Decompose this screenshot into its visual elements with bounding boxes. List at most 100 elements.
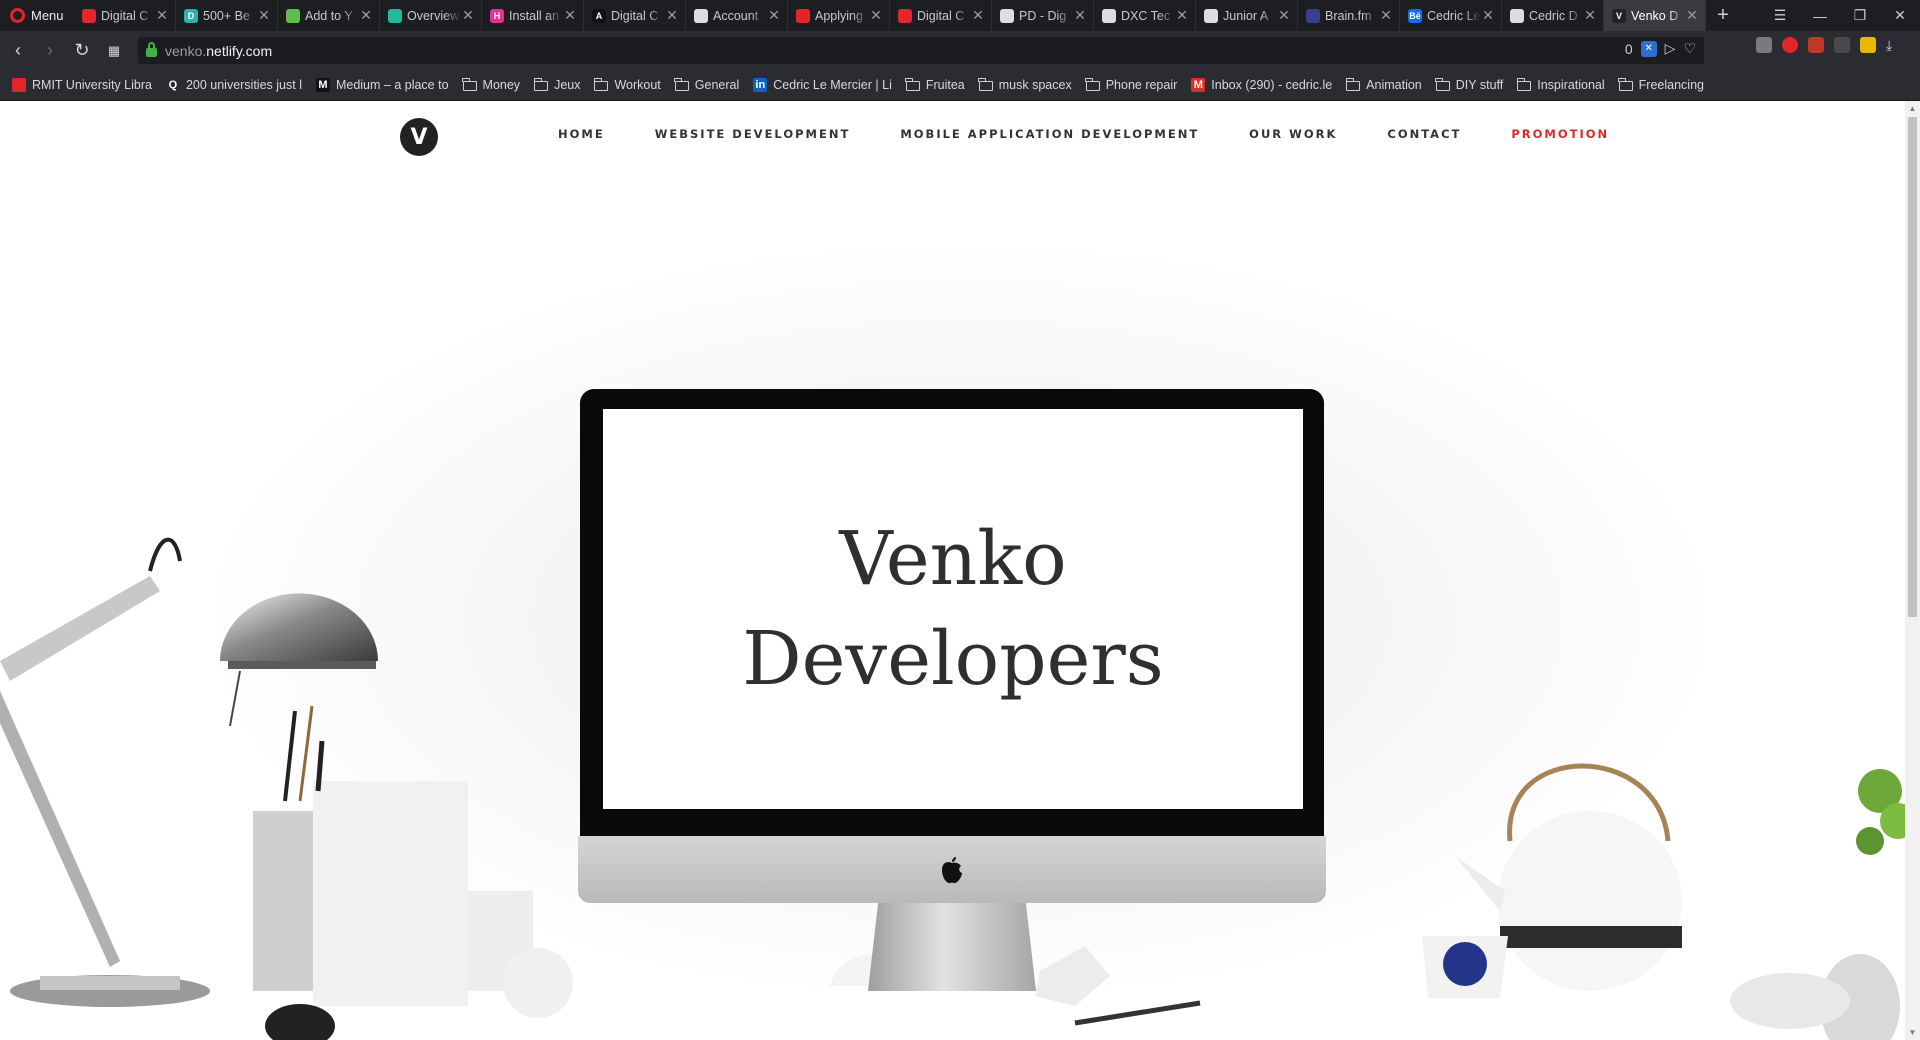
tab-favicon-icon [1000, 8, 1014, 23]
browser-tab[interactable]: Bē Cedric Le ✕ [1400, 0, 1502, 31]
apple-logo-icon [942, 856, 962, 883]
browser-tab[interactable]: Account ✕ [686, 0, 788, 31]
bookmark-item[interactable]: Q 200 universities just l [165, 78, 302, 92]
close-tab-icon[interactable]: ✕ [869, 7, 883, 24]
bookmark-folder[interactable]: Freelancing [1618, 78, 1704, 92]
page-scrollbar[interactable]: ▲ ▼ [1905, 101, 1920, 1040]
reload-icon[interactable]: ↻ [68, 37, 96, 65]
bookmark-folder[interactable]: Inspirational [1516, 78, 1605, 92]
minimize-icon[interactable]: — [1800, 0, 1840, 31]
bookmark-folder[interactable]: musk spacex [978, 78, 1072, 92]
close-tab-icon[interactable]: ✕ [1277, 7, 1291, 24]
folder-icon [593, 78, 609, 91]
close-tab-icon[interactable]: ✕ [971, 7, 985, 24]
browser-tab[interactable]: Digital C ✕ [890, 0, 992, 31]
browser-tab[interactable]: Digital C ✕ [74, 0, 176, 31]
bookmark-folder[interactable]: Money [462, 78, 520, 92]
close-tab-icon[interactable]: ✕ [359, 7, 373, 24]
forward-icon[interactable]: › [36, 37, 64, 65]
nav-link-mobile-application-development[interactable]: MOBILE APPLICATION DEVELOPMENT [900, 127, 1199, 141]
bookmark-label: Freelancing [1638, 78, 1704, 92]
nav-link-website-development[interactable]: WEBSITE DEVELOPMENT [655, 127, 851, 141]
extension-icon[interactable] [1834, 37, 1850, 53]
tab-title: 500+ Be [203, 8, 250, 23]
browser-tab[interactable]: Junior A ✕ [1196, 0, 1298, 31]
bookmark-folder[interactable]: DIY stuff [1435, 78, 1503, 92]
tab-favicon-icon [694, 8, 708, 23]
url-bar-actions: 0 ✕ ▷ ♡ [1625, 40, 1696, 57]
bookmark-item[interactable]: RMIT University Libra [12, 78, 152, 92]
download-icon[interactable]: ⤓ [1886, 37, 1906, 53]
close-tab-icon[interactable]: ✕ [1685, 7, 1699, 24]
speed-dial-icon[interactable]: ▦ [100, 37, 128, 65]
folder-icon [1516, 78, 1532, 91]
bookmark-label: Fruitea [925, 78, 965, 92]
close-tab-icon[interactable]: ✕ [563, 7, 577, 24]
nav-link-home[interactable]: HOME [558, 127, 605, 141]
new-tab-button[interactable]: + [1706, 4, 1740, 27]
browser-tab[interactable]: Applying ✕ [788, 0, 890, 31]
nav-link-our-work[interactable]: OUR WORK [1249, 127, 1337, 141]
imac-stand [868, 903, 1036, 991]
browser-menu-label: Menu [31, 8, 64, 23]
bookmark-label: 200 universities just l [185, 78, 302, 92]
browser-tab[interactable]: PD - Dig ✕ [992, 0, 1094, 31]
url-text[interactable]: venko.netlify.com [165, 43, 272, 59]
adblock-icon[interactable]: ✕ [1640, 40, 1657, 57]
browser-tab[interactable]: DXC Tec ✕ [1094, 0, 1196, 31]
close-tab-icon[interactable]: ✕ [665, 7, 679, 24]
bookmark-item[interactable]: in Cedric Le Mercier | Li [753, 78, 892, 92]
browser-tab[interactable]: H Install an ✕ [482, 0, 584, 31]
tab-title: Account [713, 8, 759, 23]
close-tab-icon[interactable]: ✕ [1481, 7, 1495, 24]
heart-icon[interactable]: ♡ [1683, 40, 1696, 57]
site-logo[interactable]: V [400, 118, 438, 156]
tab-title: Digital C [101, 8, 149, 23]
close-tab-icon[interactable]: ✕ [1175, 7, 1189, 24]
tab-favicon-icon [1510, 8, 1524, 23]
bookmark-label: Animation [1366, 78, 1422, 92]
bookmark-folder[interactable]: Jeux [533, 78, 580, 92]
close-tab-icon[interactable]: ✕ [257, 7, 271, 24]
close-tab-icon[interactable]: ✕ [461, 7, 475, 24]
imac-chin [578, 836, 1326, 903]
close-tab-icon[interactable]: ✕ [1379, 7, 1393, 24]
browser-tab[interactable]: Add to Y ✕ [278, 0, 380, 31]
browser-tab[interactable]: Brain.fm ✕ [1298, 0, 1400, 31]
tab-title: DXC Tec [1121, 8, 1171, 23]
folder-icon [1618, 78, 1633, 91]
restore-icon[interactable]: ❐ [1840, 0, 1880, 31]
bookmark-folder[interactable]: Phone repair [1085, 78, 1177, 92]
bookmark-folder[interactable]: Fruitea [905, 78, 965, 92]
scrollbar-thumb[interactable] [1908, 117, 1917, 617]
back-icon[interactable]: ‹ [4, 37, 32, 65]
nav-link-promotion[interactable]: PROMOTION [1511, 127, 1609, 141]
browser-tab[interactable]: A Digital C ✕ [584, 0, 686, 31]
bookmark-folder[interactable]: Workout [593, 78, 661, 92]
scroll-down-icon[interactable]: ▼ [1905, 1025, 1920, 1040]
browser-tab[interactable]: Overview ✕ [380, 0, 482, 31]
extension-icon[interactable] [1860, 37, 1876, 53]
browser-menu-button[interactable]: Menu [0, 0, 74, 31]
bookmark-folder[interactable]: Animation [1345, 78, 1422, 92]
bookmark-item[interactable]: M Inbox (290) - cedric.le [1191, 78, 1332, 92]
extension-icon[interactable] [1808, 37, 1824, 53]
browser-tab[interactable]: D 500+ Be ✕ [176, 0, 278, 31]
opera-extension-icon[interactable] [1782, 37, 1798, 53]
bookmark-folder[interactable]: General [674, 78, 739, 92]
close-tab-icon[interactable]: ✕ [1073, 7, 1087, 24]
send-icon[interactable]: ▷ [1665, 40, 1676, 57]
extension-icon[interactable] [1756, 37, 1772, 53]
close-tab-icon[interactable]: ✕ [767, 7, 781, 24]
nav-link-contact[interactable]: CONTACT [1387, 127, 1461, 141]
close-tab-icon[interactable]: ✕ [1583, 7, 1597, 24]
browser-tab[interactable]: V Venko D ✕ [1604, 0, 1706, 31]
bookmark-item[interactable]: M Medium – a place to [315, 78, 449, 92]
url-bar[interactable]: venko.netlify.com 0 ✕ ▷ ♡ [138, 37, 1704, 64]
scroll-up-icon[interactable]: ▲ [1905, 101, 1920, 116]
tab-title: PD - Dig [1019, 8, 1067, 23]
close-window-icon[interactable]: ✕ [1880, 0, 1920, 31]
browser-tab[interactable]: Cedric D ✕ [1502, 0, 1604, 31]
tab-menu-icon[interactable]: ☰ [1760, 0, 1800, 31]
close-tab-icon[interactable]: ✕ [155, 7, 169, 24]
